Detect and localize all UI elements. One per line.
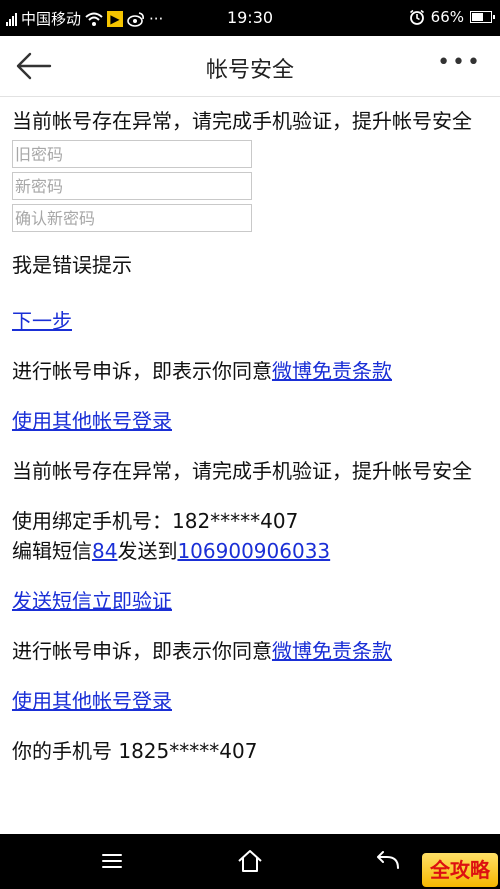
navigation-bar: 全攻略 [0,834,500,889]
battery-percent: 66% [430,8,464,26]
other-account-login-link-2[interactable]: 使用其他帐号登录 [12,689,172,713]
status-bar: 中国移动 ▶ ··· 19:30 66% [0,0,500,36]
watermark-logo: 全攻略 [422,853,498,887]
confirm-password-input[interactable] [12,204,252,232]
send-sms-verify-link[interactable]: 发送短信立即验证 [12,589,172,613]
next-step-link[interactable]: 下一步 [12,309,72,333]
bound-phone-line: 使用绑定手机号：182*****407 [12,506,488,536]
bound-phone-number: 182*****407 [172,509,299,533]
battery-icon [470,11,495,23]
disclaimer-link-2[interactable]: 微博免责条款 [272,639,392,663]
section3-partial-text: 你的手机号 1825*****407 [12,739,258,763]
title-bar: 帐号安全 ••• [0,36,500,97]
sms-middle: 发送到 [117,539,178,563]
sms-number-link[interactable]: 106900906033 [177,539,330,563]
more-horizontal-icon[interactable]: ••• [437,50,482,75]
sms-prefix: 编辑短信 [12,539,92,563]
status-right: 66% [409,8,495,26]
section2-message: 当前帐号存在异常，请完成手机验证，提升帐号安全 [12,459,472,483]
bound-phone-label: 使用绑定手机号： [12,509,172,533]
error-hint: 我是错误提示 [12,253,132,277]
page-content: 当前帐号存在异常，请完成手机验证，提升帐号安全 我是错误提示 下一步 进行帐号申… [0,96,500,834]
back-icon[interactable] [368,846,408,876]
menu-icon[interactable] [92,846,132,876]
page-title: 帐号安全 [205,58,294,83]
sms-instruction-line: 编辑短信84发送到106900906033 [12,536,488,566]
section1-message: 当前帐号存在异常，请完成手机验证，提升帐号安全 [12,109,472,133]
appeal-line-2: 进行帐号申诉，即表示你同意微博免责条款 [12,636,488,666]
old-password-input[interactable] [12,140,252,168]
appeal-line-1: 进行帐号申诉，即表示你同意微博免责条款 [12,356,488,386]
new-password-input[interactable] [12,172,252,200]
disclaimer-link-1[interactable]: 微博免责条款 [272,359,392,383]
sms-code-link[interactable]: 84 [92,539,117,563]
appeal-text-2: 进行帐号申诉，即表示你同意 [12,639,272,663]
appeal-text-1: 进行帐号申诉，即表示你同意 [12,359,272,383]
alarm-icon [409,9,424,25]
other-account-login-link-1[interactable]: 使用其他帐号登录 [12,409,172,433]
battery-fill [472,13,483,21]
home-icon[interactable] [230,846,270,876]
